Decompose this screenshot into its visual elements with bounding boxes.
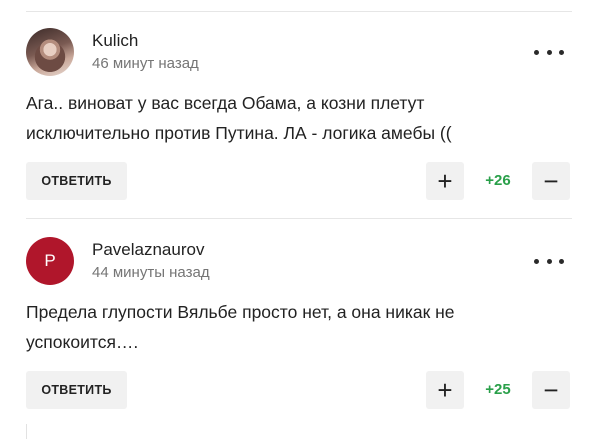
avatar[interactable]: P	[26, 237, 74, 285]
downvote-button[interactable]: −	[532, 162, 570, 200]
comment-timestamp: 46 минут назад	[92, 55, 199, 72]
more-dots-icon	[546, 49, 552, 55]
more-dots-icon	[559, 258, 564, 264]
comment-divider	[26, 218, 572, 219]
comment-actions: ОТВЕТИТЬ + +26 −	[26, 162, 572, 202]
top-divider	[26, 11, 572, 12]
vote-score: +26	[485, 172, 511, 189]
more-dots-icon	[534, 49, 539, 55]
comment-header: P Pavelaznaurov 44 минуты назад	[26, 237, 572, 287]
thread-line	[26, 424, 27, 439]
more-options-button[interactable]	[534, 251, 564, 271]
comment-text: Ага.. виноват у вас всегда Обама, а козн…	[26, 93, 452, 143]
more-dots-icon	[559, 49, 564, 55]
comment-author[interactable]: Pavelaznaurov	[92, 240, 204, 260]
reply-button[interactable]: ОТВЕТИТЬ	[26, 371, 127, 409]
comment-author[interactable]: Kulich	[92, 31, 138, 51]
upvote-button[interactable]: +	[426, 371, 464, 409]
reply-button[interactable]: ОТВЕТИТЬ	[26, 162, 127, 200]
comment-header: Kulich 46 минут назад	[26, 28, 572, 78]
comment-item: P Pavelaznaurov 44 минуты назад Предела …	[26, 237, 572, 411]
more-options-button[interactable]	[534, 42, 564, 62]
more-dots-icon	[546, 258, 552, 264]
comment-text: Предела глупости Вяльбе просто нет, а он…	[26, 302, 455, 352]
downvote-button[interactable]: −	[532, 371, 570, 409]
comment-item: Kulich 46 минут назад Ага.. виноват у ва…	[26, 28, 572, 202]
more-dots-icon	[534, 258, 539, 264]
avatar[interactable]	[26, 28, 74, 76]
upvote-button[interactable]: +	[426, 162, 464, 200]
comment-timestamp: 44 минуты назад	[92, 264, 210, 281]
vote-score: +25	[485, 381, 511, 398]
comment-actions: ОТВЕТИТЬ + +25 −	[26, 371, 572, 411]
